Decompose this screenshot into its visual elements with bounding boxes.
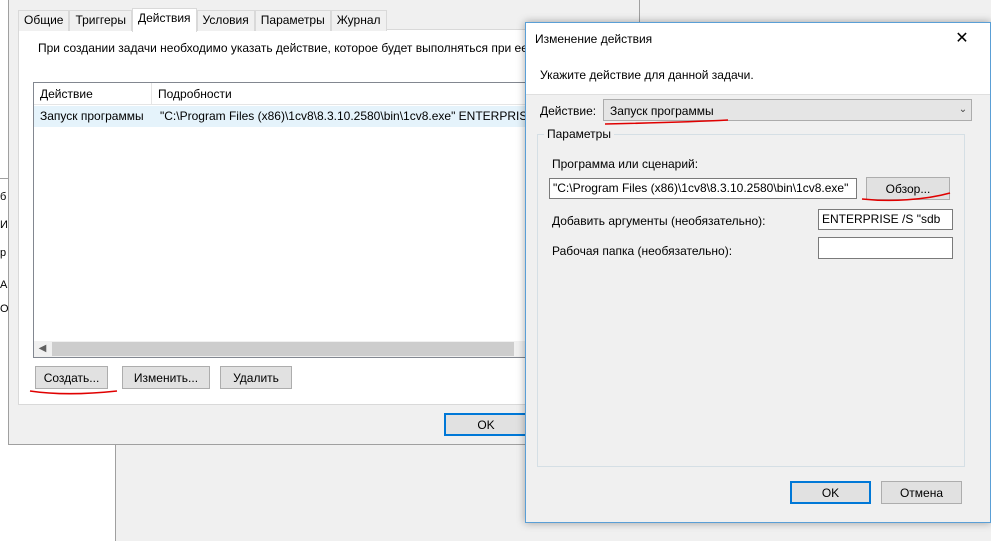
tab-actions[interactable]: Действия (131, 8, 197, 32)
underline-browse-button (861, 192, 951, 202)
underline-create-button (29, 390, 118, 395)
underline-action-select (604, 119, 729, 125)
red-annotation-underlines (29, 119, 951, 395)
